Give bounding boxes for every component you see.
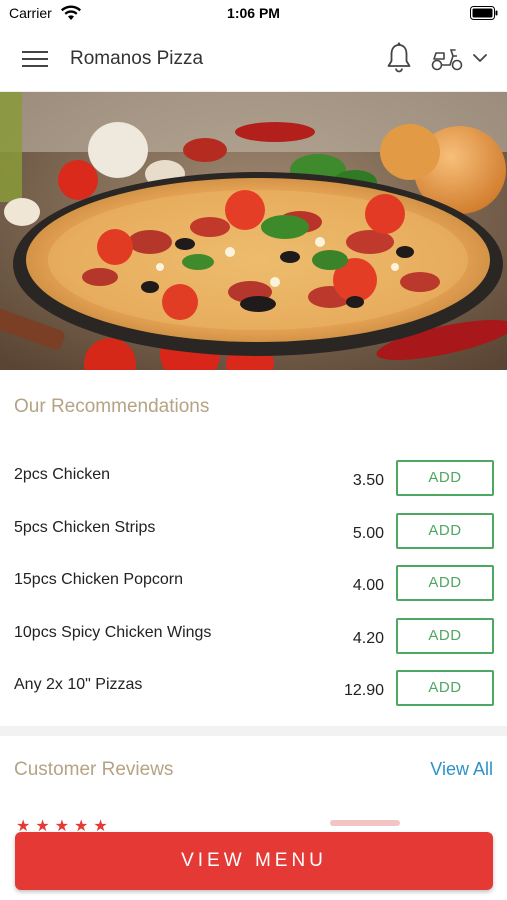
menu-icon[interactable] [22, 47, 48, 71]
item-name: Any 2x 10" Pizzas [14, 676, 143, 693]
pizza-illustration [0, 92, 507, 370]
list-item: 10pcs Spicy Chicken Wings 4.20 ADD [0, 618, 507, 670]
scooter-icon[interactable] [430, 46, 464, 72]
add-button[interactable]: ADD [396, 670, 494, 706]
recommendations-section: Our Recommendations 2pcs Chicken 3.50 AD… [0, 370, 507, 726]
item-price: 3.50 [352, 472, 384, 489]
list-item: 2pcs Chicken 3.50 ADD [0, 460, 507, 512]
battery-icon [470, 6, 498, 20]
item-price: 12.90 [343, 682, 384, 699]
hero-image [0, 92, 507, 370]
item-name: 2pcs Chicken [14, 466, 111, 483]
page-title: Romanos Pizza [70, 48, 204, 69]
list-item: Any 2x 10" Pizzas 12.90 ADD [0, 670, 507, 722]
reviews-title: Customer Reviews [14, 759, 174, 780]
item-name: 10pcs Spicy Chicken Wings [14, 624, 212, 641]
view-menu-button[interactable]: VIEW MENU [15, 832, 493, 890]
section-divider [0, 726, 507, 736]
review-peek [330, 820, 400, 826]
view-all-link[interactable]: View All [430, 759, 493, 780]
add-button[interactable]: ADD [396, 460, 494, 496]
item-price: 4.20 [352, 630, 384, 647]
add-button[interactable]: ADD [396, 618, 494, 654]
add-button[interactable]: ADD [396, 513, 494, 549]
list-item: 15pcs Chicken Popcorn 4.00 ADD [0, 565, 507, 617]
item-name: 5pcs Chicken Strips [14, 519, 156, 536]
recommendations-title: Our Recommendations [14, 396, 210, 417]
add-button[interactable]: ADD [396, 565, 494, 601]
chevron-down-icon[interactable] [472, 52, 488, 64]
bell-icon[interactable] [385, 42, 413, 74]
item-name: 15pcs Chicken Popcorn [14, 571, 183, 588]
list-item: 5pcs Chicken Strips 5.00 ADD [0, 513, 507, 565]
item-price: 5.00 [352, 525, 384, 542]
status-time: 1:06 PM [227, 5, 280, 21]
status-bar: Carrier 1:06 PM [0, 0, 507, 26]
app-header: Romanos Pizza [0, 26, 507, 92]
item-price: 4.00 [352, 577, 384, 594]
